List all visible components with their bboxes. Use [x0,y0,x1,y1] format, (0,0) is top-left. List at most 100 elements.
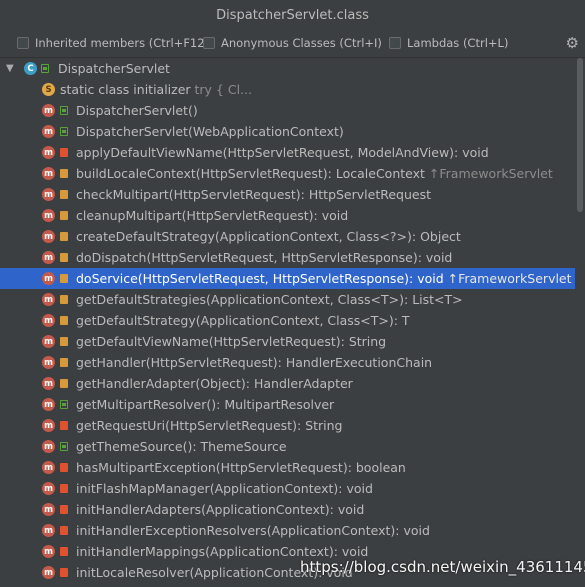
member-label: checkMultipart(HttpServletRequest): Http… [76,187,431,202]
member-signature: getMultipartResolver(): MultipartResolve… [76,397,335,412]
tree-member-row[interactable]: m getDefaultViewName(HttpServletRequest):… [0,331,575,352]
method-icon: m [42,377,55,390]
method-icon: m [42,314,55,327]
public-visibility-icon [60,442,68,451]
member-label: getHandlerAdapter(Object): HandlerAdapte… [76,376,353,391]
structure-options-bar: Inherited members (Ctrl+F12) Anonymous C… [0,31,585,58]
tree-member-row[interactable]: m cleanupMultipart(HttpServletRequest): v… [0,205,575,226]
tree-member-row[interactable]: m getHandler(HttpServletRequest): Handler… [0,352,575,373]
member-label: initHandlerAdapters(ApplicationContext):… [76,502,364,517]
window-title-bar: DispatcherServlet.class [0,0,585,32]
tree-member-row[interactable]: m initHandlerAdapters(ApplicationContext)… [0,499,575,520]
method-icon: m [42,209,55,222]
tree-member-row[interactable]: m hasMultipartException(HttpServletReques… [0,457,575,478]
member-suffix: ↑FrameworkServlet [424,166,553,181]
tree-member-row[interactable]: m applyDefaultViewName(HttpServletRequest… [0,142,575,163]
protected-visibility-icon [60,211,68,220]
gear-icon[interactable]: ⚙ [566,34,579,52]
checkbox-box[interactable] [203,37,215,49]
method-icon: m [42,167,55,180]
class-icon: C [24,62,37,75]
member-signature: initHandlerAdapters(ApplicationContext):… [76,502,365,517]
method-icon: m [42,104,55,117]
protected-visibility-icon [60,190,68,199]
member-signature: getHandlerAdapter(Object): HandlerAdapte… [76,376,353,391]
tree-member-row[interactable]: m DispatcherServlet() [0,100,575,121]
private-visibility-icon [60,421,68,430]
method-icon: m [42,146,55,159]
method-icon: m [42,251,55,264]
tree-member-row[interactable]: m initHandlerExceptionResolvers(Applicati… [0,520,575,541]
lambdas-checkbox[interactable]: Lambdas (Ctrl+L) [389,36,508,50]
tree-member-row[interactable]: m createDefaultStrategy(ApplicationContex… [0,226,575,247]
tree-member-row[interactable]: Sstatic class initializer try { Cl... [0,79,575,100]
checkbox-box[interactable] [389,37,401,49]
member-label: buildLocaleContext(HttpServletRequest): … [76,166,553,181]
tree-member-row[interactable]: m getRequestUri(HttpServletRequest): Stri… [0,415,575,436]
member-signature: getRequestUri(HttpServletRequest): Strin… [76,418,343,433]
member-signature: doDispatch(HttpServletRequest, HttpServl… [76,250,453,265]
tree-member-row[interactable]: m getMultipartResolver(): MultipartResolv… [0,394,575,415]
private-visibility-icon [60,547,68,556]
member-label: getHandler(HttpServletRequest): HandlerE… [76,355,432,370]
tree-member-row[interactable]: m getDefaultStrategies(ApplicationContext… [0,289,575,310]
member-signature: createDefaultStrategy(ApplicationContext… [76,229,461,244]
private-visibility-icon [60,148,68,157]
member-label: initFlashMapManager(ApplicationContext):… [76,481,373,496]
member-label: cleanupMultipart(HttpServletRequest): vo… [76,208,348,223]
public-visibility-icon [41,64,49,73]
protected-visibility-icon [60,169,68,178]
tree-member-row[interactable]: m doService(HttpServletRequest, HttpServl… [0,268,575,289]
member-suffix: ↑FrameworkServlet [443,271,572,286]
tree-member-row[interactable]: m DispatcherServlet(WebApplicationContext… [0,121,575,142]
expand-arrow-icon[interactable]: ▼ [6,63,14,74]
method-icon: m [42,398,55,411]
member-signature: DispatcherServlet(WebApplicationContext) [76,124,344,139]
member-signature: cleanupMultipart(HttpServletRequest): vo… [76,208,349,223]
member-signature: buildLocaleContext(HttpServletRequest): … [76,166,425,181]
method-icon: m [42,566,55,579]
scrollbar-thumb[interactable] [577,58,583,212]
tree-member-row[interactable]: m initFlashMapManager(ApplicationContext)… [0,478,575,499]
member-label: getRequestUri(HttpServletRequest): Strin… [76,418,342,433]
member-suffix: try { Cl... [190,82,252,97]
inherited-members-checkbox[interactable]: Inherited members (Ctrl+F12) [17,36,209,50]
tree-member-row[interactable]: m buildLocaleContext(HttpServletRequest):… [0,163,575,184]
private-visibility-icon [60,526,68,535]
checkbox-box[interactable] [17,37,29,49]
protected-visibility-icon [60,274,68,283]
method-icon: m [42,419,55,432]
public-visibility-icon [60,127,68,136]
tree-member-row[interactable]: m getThemeSource(): ThemeSource [0,436,575,457]
member-label: getDefaultStrategies(ApplicationContext,… [76,292,463,307]
method-icon: m [42,461,55,474]
member-signature: applyDefaultViewName(HttpServletRequest,… [76,145,489,160]
method-icon: m [42,356,55,369]
watermark-text: https://blog.csdn.net/weixin_43611145 [300,558,585,576]
inherited-members-label: Inherited members (Ctrl+F12) [35,36,210,50]
method-icon: m [42,293,55,306]
protected-visibility-icon [60,232,68,241]
method-icon: m [42,524,55,537]
protected-visibility-icon [60,337,68,346]
tree-member-row[interactable]: m getHandlerAdapter(Object): HandlerAdapt… [0,373,575,394]
private-visibility-icon [60,568,68,577]
member-label: hasMultipartException(HttpServletRequest… [76,460,406,475]
private-visibility-icon [60,505,68,514]
tree-root-label: DispatcherServlet [58,61,170,76]
tree-root-node[interactable]: ▼ C DispatcherServlet [0,58,575,79]
method-icon: m [42,188,55,201]
tree-member-row[interactable]: m doDispatch(HttpServletRequest, HttpServ… [0,247,575,268]
member-signature: getDefaultViewName(HttpServletRequest): … [76,334,387,349]
member-label: doDispatch(HttpServletRequest, HttpServl… [76,250,452,265]
member-signature: checkMultipart(HttpServletRequest): Http… [76,187,431,202]
protected-visibility-icon [60,379,68,388]
member-signature: getDefaultStrategies(ApplicationContext,… [76,292,463,307]
tree-member-row[interactable]: m getDefaultStrategy(ApplicationContext, … [0,310,575,331]
anonymous-classes-label: Anonymous Classes (Ctrl+I) [221,36,382,50]
member-label: getDefaultStrategy(ApplicationContext, C… [76,313,410,328]
method-icon: m [42,440,55,453]
member-label: DispatcherServlet(WebApplicationContext) [76,124,344,139]
anonymous-classes-checkbox[interactable]: Anonymous Classes (Ctrl+I) [203,36,382,50]
tree-member-row[interactable]: m checkMultipart(HttpServletRequest): Htt… [0,184,575,205]
